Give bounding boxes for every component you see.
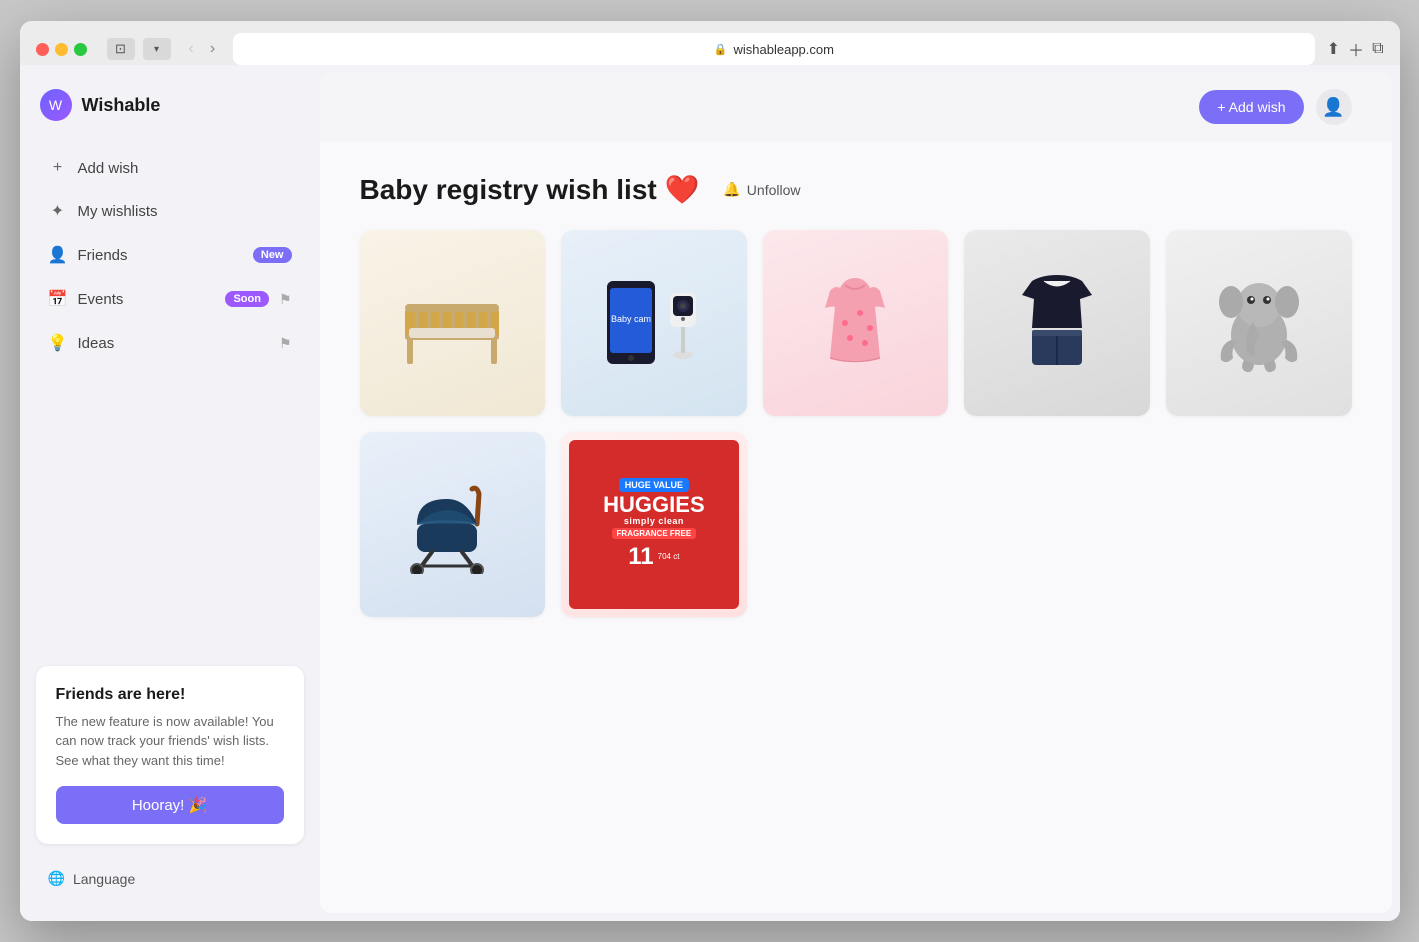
unfollow-label: Unfollow	[747, 182, 801, 198]
maximize-button[interactable]	[74, 43, 87, 56]
friends-card-description: The new feature is now available! You ca…	[56, 712, 284, 771]
tabs-overview-icon[interactable]: ⧉	[1372, 40, 1383, 58]
page-title: Baby registry wish list ❤️	[360, 173, 700, 206]
wish-card-dress[interactable]	[763, 230, 949, 416]
huggies-tagline: FRAGRANCE FREE	[612, 528, 697, 539]
events-soon-badge: Soon	[225, 291, 269, 307]
wish-grid-row2: HUGE VALUE HUGGIES simply clean FRAGRANC…	[360, 432, 1352, 618]
unfollow-button[interactable]: 🔔 Unfollow	[713, 175, 810, 204]
huggies-type: simply clean	[624, 516, 684, 526]
pin-icon: ⚑	[279, 291, 292, 308]
logo-text: Wishable	[82, 95, 161, 116]
huggies-total: 704 ct	[658, 552, 680, 562]
add-wish-icon: +	[48, 159, 68, 177]
huge-value-badge: HUGE VALUE	[619, 478, 689, 492]
browser-titlebar: ⊡ ▾ ‹ › 🔒 wishableapp.com ⬆ ＋ ⧉	[36, 33, 1384, 65]
events-icon: 📅	[48, 289, 68, 309]
outfit-illustration	[1012, 273, 1102, 373]
pin-icon: ⚑	[279, 335, 292, 352]
wish-card-monitor[interactable]: Baby cam	[561, 230, 747, 416]
sidebar-item-ideas[interactable]: 💡 Ideas ⚑	[36, 323, 304, 363]
traffic-lights	[36, 43, 87, 56]
header-actions: + Add wish 👤	[1199, 89, 1351, 125]
sidebar-item-my-wishlists[interactable]: ✦ My wishlists	[36, 191, 304, 231]
huggies-counts: 11 704 ct	[628, 543, 679, 571]
new-tab-icon[interactable]: ＋	[1348, 37, 1364, 61]
share-icon[interactable]: ⬆	[1327, 39, 1340, 59]
url-display: wishableapp.com	[734, 42, 834, 57]
stroller-illustration	[397, 474, 507, 574]
elephant-illustration	[1209, 270, 1309, 375]
close-button[interactable]	[36, 43, 49, 56]
forward-button[interactable]: ›	[204, 38, 221, 60]
ideas-icon: 💡	[48, 333, 68, 353]
main-content: + Add wish 👤 Baby registry wish list ❤️ …	[320, 73, 1392, 913]
wish-card-elephant[interactable]	[1166, 230, 1352, 416]
user-avatar-button[interactable]: 👤	[1316, 89, 1352, 125]
nav-arrows: ‹ ›	[183, 38, 222, 60]
friends-card-title: Friends are here!	[56, 686, 284, 704]
friends-new-badge: New	[253, 247, 292, 263]
wish-card-stroller[interactable]	[360, 432, 546, 618]
sidebar-item-label: My wishlists	[78, 203, 292, 220]
back-button[interactable]: ‹	[183, 38, 200, 60]
huggies-brand: HUGGIES	[603, 494, 704, 516]
sidebar-toggle-chevron[interactable]: ▾	[143, 38, 171, 60]
monitor-device-illustration	[664, 285, 702, 360]
address-bar[interactable]: 🔒 wishableapp.com	[233, 33, 1314, 65]
crib-illustration	[397, 278, 507, 368]
browser-chrome: ⊡ ▾ ‹ › 🔒 wishableapp.com ⬆ ＋ ⧉	[20, 21, 1400, 65]
monitor-phone-illustration: Baby cam	[606, 280, 656, 365]
wish-grid-row1: Baby cam	[360, 230, 1352, 416]
sidebar-item-events[interactable]: 📅 Events Soon ⚑	[36, 279, 304, 319]
sidebar-item-add-wish[interactable]: + Add wish	[36, 149, 304, 187]
sidebar-item-label: Events	[78, 291, 216, 308]
friends-icon: 👤	[48, 245, 68, 265]
sidebar-nav: + Add wish ✦ My wishlists 👤 Friends New …	[36, 149, 304, 363]
sidebar: W Wishable + Add wish ✦ My wishlists 👤 F…	[20, 65, 320, 921]
language-label: Language	[73, 871, 135, 887]
svg-text:Baby cam: Baby cam	[611, 314, 651, 324]
sidebar-item-friends[interactable]: 👤 Friends New	[36, 235, 304, 275]
sidebar-item-label: Ideas	[78, 335, 269, 352]
sidebar-toggle-button[interactable]: ⊡	[107, 38, 135, 60]
app-container: W Wishable + Add wish ✦ My wishlists 👤 F…	[20, 65, 1400, 921]
dress-illustration	[810, 273, 900, 373]
huggies-count: 11	[628, 543, 653, 571]
main-inner: Baby registry wish list ❤️ 🔔 Unfollow	[320, 141, 1392, 665]
logo-icon: W	[40, 89, 72, 121]
add-wish-button[interactable]: + Add wish	[1199, 90, 1303, 124]
hooray-button[interactable]: Hooray! 🎉	[56, 786, 284, 824]
sidebar-item-label: Friends	[78, 247, 243, 264]
huggies-label: HUGE VALUE HUGGIES simply clean FRAGRANC…	[569, 440, 739, 610]
wish-card-outfit[interactable]	[964, 230, 1150, 416]
language-selector[interactable]: 🌐 Language	[36, 860, 304, 897]
user-icon: 👤	[1322, 97, 1344, 118]
lock-icon: 🔒	[714, 43, 728, 56]
browser-controls: ⊡ ▾	[107, 38, 171, 60]
browser-window: ⊡ ▾ ‹ › 🔒 wishableapp.com ⬆ ＋ ⧉ W Wish	[20, 21, 1400, 921]
sidebar-logo: W Wishable	[36, 89, 304, 121]
content-header: + Add wish 👤	[320, 73, 1392, 141]
sidebar-item-label: Add wish	[78, 160, 292, 177]
huggies-product: HUGE VALUE HUGGIES simply clean FRAGRANC…	[561, 432, 747, 618]
my-wishlists-icon: ✦	[48, 201, 68, 221]
friends-card: Friends are here! The new feature is now…	[36, 666, 304, 845]
minimize-button[interactable]	[55, 43, 68, 56]
language-icon: 🌐	[48, 870, 65, 887]
bell-icon: 🔔	[723, 181, 740, 198]
wish-card-crib[interactable]	[360, 230, 546, 416]
browser-actions: ⬆ ＋ ⧉	[1327, 37, 1384, 61]
wish-card-huggies[interactable]: HUGE VALUE HUGGIES simply clean FRAGRANC…	[561, 432, 747, 618]
page-title-row: Baby registry wish list ❤️ 🔔 Unfollow	[360, 173, 1352, 206]
